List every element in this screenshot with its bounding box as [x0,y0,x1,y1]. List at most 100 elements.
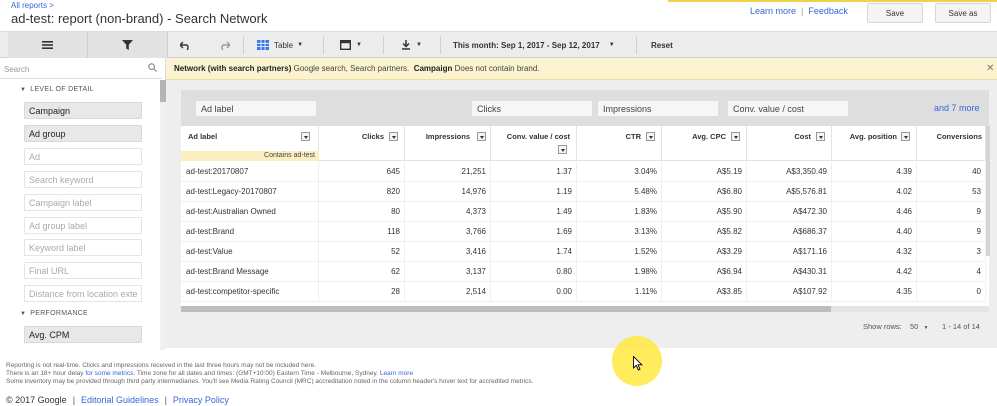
column-header-label: Ad label [188,132,218,141]
table-view-dropdown[interactable]: Table ▼ [257,32,303,58]
dimension-final-url[interactable]: Final URL [24,262,142,279]
sort-dropdown-icon[interactable] [816,132,825,141]
collapse-arrow-icon: ▼ [20,86,27,93]
dimension-ad-group-label[interactable]: Ad group label [24,217,142,234]
table-icon [257,40,269,50]
table-vertical-scrollbar[interactable] [986,126,990,256]
cell-avg-cpc: A$5.90 [662,202,747,222]
menu-icon [42,41,53,49]
save-button[interactable]: Save [867,3,923,23]
filter-network-label: Network (with search partners) [174,64,292,73]
more-metrics-link[interactable]: and 7 more [934,103,980,113]
dimension-campaign[interactable]: Campaign [24,102,142,119]
redo-icon [221,41,230,50]
dimension-keyword-label[interactable]: Keyword label [24,239,142,256]
metric-chip-conv-value[interactable]: Conv. value / cost [728,101,848,116]
table-horizontal-scrollbar-thumb[interactable] [181,306,831,312]
learn-more-link[interactable]: Learn more [750,6,796,16]
dimension-search-keyword[interactable]: Search keyword [24,171,142,188]
column-header-label: Avg. position [849,132,897,141]
dimension-campaign-label[interactable]: Campaign label [24,194,142,211]
cell-conv-value: 1.37 [491,162,577,182]
cell-ctr: 3.04% [577,162,662,182]
column-header-impressions[interactable]: Impressions [405,126,491,161]
redo-button[interactable] [219,32,230,58]
sort-dropdown-icon[interactable] [389,132,398,141]
sort-dropdown-icon[interactable] [558,145,567,154]
performance-header[interactable]: ▼ PERFORMANCE [20,310,88,317]
undo-icon [180,41,189,50]
cell-cost: A$686.37 [747,222,832,242]
chart-dropdown[interactable]: ▼ [340,32,362,58]
close-icon[interactable]: ✕ [986,63,994,74]
cell-conv-value: 0.80 [491,262,577,282]
dimension-ad-group[interactable]: Ad group [24,125,142,142]
cell-cost: A$3,350.49 [747,162,832,182]
cell-conversions: 3 [917,242,986,262]
column-header-ctr[interactable]: CTR [577,126,662,161]
some-metrics-link[interactable]: for some metrics [85,370,133,377]
column-header-cost[interactable]: Cost [747,126,832,161]
sidebar-toggle-button[interactable] [8,32,88,58]
column-header-avg-position[interactable]: Avg. position [832,126,917,161]
undo-button[interactable] [180,32,191,58]
cell-ctr: 1.11% [577,282,662,302]
save-as-button[interactable]: Save as [935,3,991,23]
sort-dropdown-icon[interactable] [646,132,655,141]
metric-avg-cpm[interactable]: Avg. CPM [24,326,142,343]
date-range-dropdown[interactable]: This month: Sep 1, 2017 - Sep 12, 2017 ▼ [453,32,615,58]
column-header-conv-value[interactable]: Conv. value / cost [491,126,577,161]
cell-avg-cpc: A$3.29 [662,242,747,262]
column-header-label: Conversions [936,132,982,141]
sort-dropdown-icon[interactable] [301,132,310,141]
cell-ctr: 1.52% [577,242,662,262]
cell-conv-value: 0.00 [491,282,577,302]
sort-dropdown-icon[interactable] [901,132,910,141]
sort-dropdown-icon[interactable] [477,132,486,141]
reset-button[interactable]: Reset [651,32,673,58]
chevron-down-icon: ▼ [608,42,615,48]
cell-avg-position: 4.46 [832,202,917,222]
column-filter-note[interactable]: Contains ad-test [181,151,319,161]
row-dimension-chip[interactable]: Ad label [196,101,316,116]
column-header-avg-cpc[interactable]: Avg. CPC [662,126,747,161]
toolbar-divider [383,36,384,54]
level-of-detail-header[interactable]: ▼ LEVEL OF DETAIL [20,86,94,93]
column-header-conversions[interactable]: Conversions [917,126,986,161]
privacy-policy-link[interactable]: Privacy Policy [173,395,229,405]
metric-chip-clicks[interactable]: Clicks [472,101,592,116]
cell-avg-cpc: A$3.85 [662,282,747,302]
copyright: © 2017 Google [6,395,67,405]
toolbar-divider [323,36,324,54]
dimension-distance[interactable]: Distance from location exte [24,285,142,302]
filter-bar[interactable]: Network (with search partners) Google se… [166,58,997,80]
collapse-arrow-icon: ▼ [20,310,27,317]
editorial-guidelines-link[interactable]: Editorial Guidelines [81,395,159,405]
cell-cost: A$430.31 [747,262,832,282]
sidebar-search-input[interactable] [4,62,144,76]
dimension-ad[interactable]: Ad [24,148,142,165]
column-header-label: CTR [625,132,641,141]
cell-ad-label: ad-test:Australian Owned [181,202,319,222]
download-dropdown[interactable]: ▼ [401,32,422,58]
filter-button[interactable] [88,32,168,58]
column-header-clicks[interactable]: Clicks [319,126,405,161]
metric-chip-impressions[interactable]: Impressions [598,101,718,116]
cell-impressions: 14,976 [405,182,491,202]
cell-impressions: 3,766 [405,222,491,242]
cell-ad-label: ad-test:20170807 [181,162,319,182]
learn-more-link[interactable]: Learn more [380,370,413,377]
note-line-3: Some inventory may be provided through t… [6,378,534,385]
sort-dropdown-icon[interactable] [731,132,740,141]
cell-ctr: 1.83% [577,202,662,222]
cell-avg-position: 4.39 [832,162,917,182]
cell-clicks: 80 [319,202,405,222]
footer-separator: | [164,395,167,405]
feedback-link[interactable]: Feedback [808,6,848,16]
breadcrumb-all-reports[interactable]: All reports > [11,1,54,10]
cell-avg-position: 4.40 [832,222,917,242]
cell-cost: A$171.16 [747,242,832,262]
filter-network-value: Google search, Search partners. [293,64,410,73]
show-rows-select[interactable]: 50 ▼ [910,322,928,331]
performance-label: PERFORMANCE [30,310,88,317]
